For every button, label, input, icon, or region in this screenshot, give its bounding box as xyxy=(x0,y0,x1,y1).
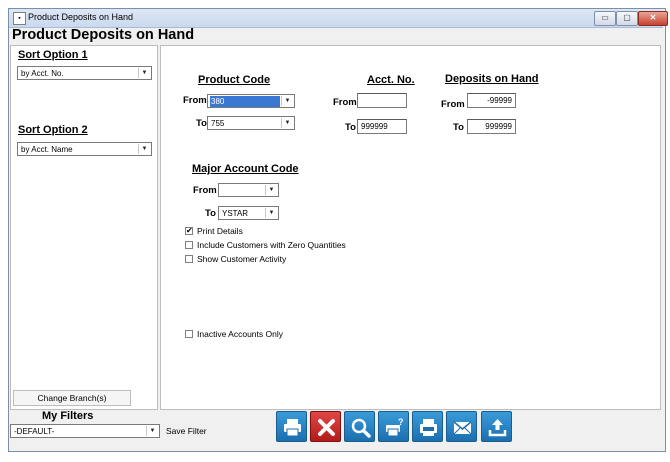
major-account-from-label: From xyxy=(193,185,217,196)
product-code-from-value: 380 xyxy=(210,96,280,107)
cancel-button[interactable] xyxy=(310,411,341,442)
customer-activity-label: Show Customer Activity xyxy=(197,254,287,264)
product-code-to-label: To xyxy=(196,118,207,129)
chevron-down-icon[interactable]: ▼ xyxy=(281,96,293,106)
major-account-heading: Major Account Code xyxy=(192,163,299,175)
email-button[interactable] xyxy=(446,411,477,442)
chevron-down-icon[interactable]: ▼ xyxy=(138,68,150,78)
sort-option-2-value: by Acct. Name xyxy=(21,145,73,154)
preview-button[interactable] xyxy=(344,411,375,442)
chevron-down-icon[interactable]: ▼ xyxy=(265,185,277,195)
print-setup-icon: ? xyxy=(386,417,404,437)
my-filters-label: My Filters xyxy=(42,410,94,422)
inactive-accounts-checkbox[interactable] xyxy=(185,330,193,338)
print-export-button[interactable] xyxy=(412,411,443,442)
close-button[interactable]: ✕ xyxy=(638,11,668,26)
acct-no-to-value: 999999 xyxy=(361,122,388,131)
sort-option-1-select[interactable]: by Acct. No. ▼ xyxy=(17,66,152,80)
major-account-to-label: To xyxy=(205,208,216,219)
save-filter-link[interactable]: Save Filter xyxy=(166,426,207,437)
product-code-to-value: 755 xyxy=(211,119,225,128)
deposits-to-input[interactable]: 999999 xyxy=(467,119,516,134)
print-details-checkbox[interactable]: ✔ xyxy=(185,227,193,235)
major-account-to-value: YSTAR xyxy=(222,209,249,218)
sort-option-1-label: Sort Option 1 xyxy=(18,49,88,61)
chevron-down-icon[interactable]: ▼ xyxy=(265,208,277,218)
maximize-button[interactable]: ▢ xyxy=(616,11,638,26)
email-icon xyxy=(453,421,472,435)
inactive-accounts-label: Inactive Accounts Only xyxy=(197,329,283,339)
my-filters-select[interactable]: -DEFAULT- ▼ xyxy=(10,424,160,438)
deposits-from-label: From xyxy=(441,99,465,110)
app-icon: ▪ xyxy=(13,12,26,25)
major-account-from-select[interactable]: ▼ xyxy=(218,183,279,197)
print-button[interactable] xyxy=(276,411,307,442)
acct-no-to-label: To xyxy=(345,122,356,133)
product-code-heading: Product Code xyxy=(198,74,271,86)
print-export-icon xyxy=(420,419,437,436)
product-code-to-select[interactable]: 755 ▼ xyxy=(207,116,295,130)
upload-icon xyxy=(488,419,507,437)
export-button[interactable] xyxy=(481,411,512,442)
acct-no-from-label: From xyxy=(333,97,357,108)
printer-icon xyxy=(284,419,301,437)
zero-quantities-checkbox[interactable] xyxy=(185,241,193,249)
magnifier-icon xyxy=(351,418,371,438)
sidebar-panel xyxy=(10,45,158,410)
change-branch-button[interactable]: Change Branch(s) xyxy=(13,390,131,406)
deposits-to-label: To xyxy=(453,122,464,133)
customer-activity-checkbox[interactable] xyxy=(185,255,193,263)
page-title: Product Deposits on Hand xyxy=(12,27,195,43)
svg-text:?: ? xyxy=(398,417,404,427)
chevron-down-icon[interactable]: ▼ xyxy=(138,144,150,154)
chevron-down-icon[interactable]: ▼ xyxy=(281,118,293,128)
chevron-down-icon[interactable]: ▼ xyxy=(146,426,158,436)
product-code-from-label: From xyxy=(183,95,207,106)
my-filters-value: -DEFAULT- xyxy=(14,427,55,436)
print-setup-button[interactable]: ? xyxy=(378,411,409,442)
sort-option-2-label: Sort Option 2 xyxy=(18,124,88,136)
product-code-from-select[interactable]: 380 ▼ xyxy=(207,94,295,108)
zero-quantities-label: Include Customers with Zero Quantities xyxy=(197,240,346,250)
acct-no-from-input[interactable] xyxy=(357,93,407,108)
cancel-x-icon xyxy=(318,419,335,436)
minimize-button[interactable]: ▭ xyxy=(594,11,616,26)
window-title: Product Deposits on Hand xyxy=(28,12,134,22)
deposits-to-value: 999999 xyxy=(485,122,512,131)
major-account-to-select[interactable]: YSTAR ▼ xyxy=(218,206,279,220)
deposits-heading: Deposits on Hand xyxy=(445,73,539,85)
acct-no-to-input[interactable]: 999999 xyxy=(357,119,407,134)
print-details-label: Print Details xyxy=(197,226,243,236)
deposits-from-value: -99999 xyxy=(487,96,512,105)
acct-no-heading: Acct. No. xyxy=(367,74,415,86)
deposits-from-input[interactable]: -99999 xyxy=(467,93,516,108)
sort-option-1-value: by Acct. No. xyxy=(21,69,64,78)
sort-option-2-select[interactable]: by Acct. Name ▼ xyxy=(17,142,152,156)
